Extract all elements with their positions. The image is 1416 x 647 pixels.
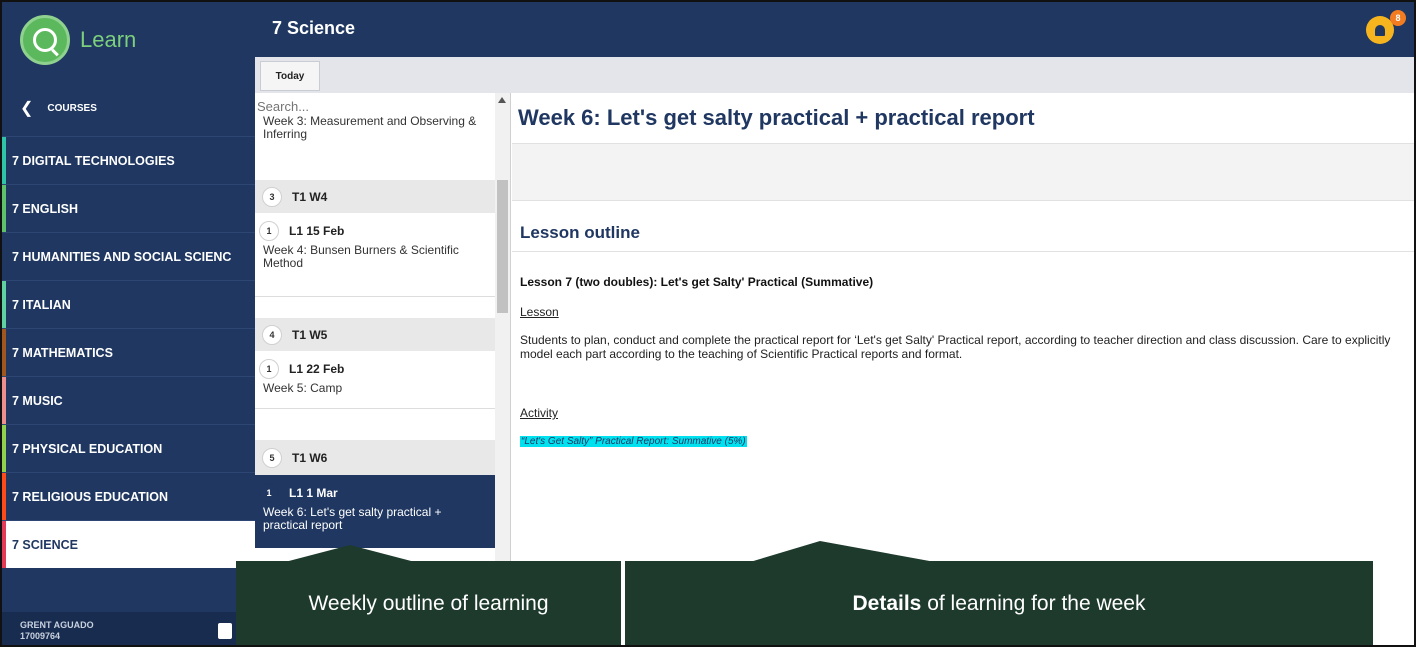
week-number: 4 [262,324,282,345]
course-label: 7 MUSIC [12,393,63,408]
callout-details: Details of learning for the week [625,561,1373,647]
course-color-bar [0,185,6,232]
outline-heading: Lesson outline [520,223,640,242]
back-to-courses-button[interactable]: ❮ COURSES [0,80,255,136]
callout-right-text: of learning for the week [921,592,1146,615]
week-label: T1 W4 [292,189,328,204]
course-label: 7 SCIENCE [12,537,78,552]
course-item-humanities[interactable]: 7 HUMANITIES AND SOCIAL SCIENC [0,232,255,280]
lesson-label: L1 15 Feb [289,224,345,238]
course-color-bar [0,233,6,280]
sidebar: Learn ❮ COURSES 7 DIGITAL TECHNOLOGIES 7… [0,0,255,647]
course-color-bar [0,521,6,568]
divider [512,251,1416,252]
activity-item[interactable]: “Let's Get Salty” Practical Report: Summ… [520,436,747,447]
toolbar: Today [255,57,1416,93]
course-item-digital-technologies[interactable]: 7 DIGITAL TECHNOLOGIES [0,136,255,184]
course-title: 7 Science [272,18,356,38]
lesson-section-label: Lesson [520,305,559,319]
week-header[interactable]: 3 T1 W4 [255,180,495,213]
course-color-bar [0,425,6,472]
course-item-english[interactable]: 7 ENGLISH [0,184,255,232]
today-button[interactable]: Today [260,61,320,91]
scroll-thumb[interactable] [497,180,508,313]
lesson-desc: Week 6: Let's get salty practical + prac… [263,505,442,532]
lesson-item-selected[interactable]: 1 L1 1 Mar Week 6: Let's get salty practi… [255,475,495,548]
lesson-label: L1 22 Feb [289,362,345,376]
lesson-number: 1 [259,483,279,503]
week-label: T1 W5 [292,327,328,342]
callout-pointer-right [750,541,935,562]
details-band [512,143,1416,201]
callout-right-bold: Details [852,592,922,615]
course-label: 7 RELIGIOUS EDUCATION [12,489,169,504]
search-input[interactable] [257,97,493,115]
page-title: Week 6: Let's get salty practical + prac… [518,105,1035,130]
brand-name: Learn [80,27,137,52]
course-label: 7 MATHEMATICS [12,345,113,360]
course-label: 7 HUMANITIES AND SOCIAL SCIENC [12,249,232,264]
lesson-number: 1 [259,359,279,379]
notification-badge: 8 [1390,10,1406,26]
course-color-bar [0,377,6,424]
week-label: T1 W6 [292,450,328,465]
course-color-bar [0,329,6,376]
week-number: 3 [262,186,282,207]
lesson-item[interactable]: 1 L1 15 Feb Week 4: Bunsen Burners & Scie… [255,213,495,297]
callout-weekly-outline: Weekly outline of learning [236,561,621,647]
course-label: 7 PHYSICAL EDUCATION [12,441,163,456]
course-color-bar [0,281,6,328]
course-color-bar [0,137,6,184]
course-item-science[interactable]: 7 SCIENCE [0,520,255,568]
week-header[interactable]: 5 T1 W6 [255,440,495,475]
course-item-physical-education[interactable]: 7 PHYSICAL EDUCATION [0,424,255,472]
lesson-body: Students to plan, conduct and complete t… [520,333,1391,361]
brand[interactable]: Learn [0,0,255,80]
lesson-label: L1 1 Mar [289,486,338,500]
back-label: COURSES [47,102,97,114]
course-label: 7 ENGLISH [12,201,78,216]
top-bar: 7 Science 8 [255,0,1416,57]
user-info: GRENT AGUADO 17009764 [0,612,255,647]
lesson-title: Lesson 7 (two doubles): Let's get Salty'… [520,275,874,289]
callout-pointer-left [285,545,415,562]
course-item-mathematics[interactable]: 7 MATHEMATICS [0,328,255,376]
course-item-italian[interactable]: 7 ITALIAN [0,280,255,328]
logout-icon[interactable] [218,623,232,639]
list-item-desc[interactable]: Week 3: Measurement and Observing & Infe… [263,115,493,141]
course-label: 7 DIGITAL TECHNOLOGIES [12,153,175,168]
lesson-item[interactable]: 1 L1 22 Feb Week 5: Camp [255,351,495,409]
course-label: 7 ITALIAN [12,297,71,312]
week-number: 5 [262,447,282,468]
chevron-left-icon: ❮ [20,100,34,117]
lesson-desc: Week 4: Bunsen Burners & Scientific Meth… [263,243,459,270]
course-item-religious-education[interactable]: 7 RELIGIOUS EDUCATION [0,472,255,520]
course-item-music[interactable]: 7 MUSIC [0,376,255,424]
course-color-bar [0,473,6,520]
week-header[interactable]: 4 T1 W5 [255,318,495,351]
lesson-desc: Week 5: Camp [263,381,343,395]
logo-icon [20,15,70,65]
lesson-number: 1 [259,221,279,241]
callout-left-text: Weekly outline of learning [308,592,549,615]
activity-section-label: Activity [520,406,559,420]
scroll-up-icon[interactable] [498,97,506,103]
